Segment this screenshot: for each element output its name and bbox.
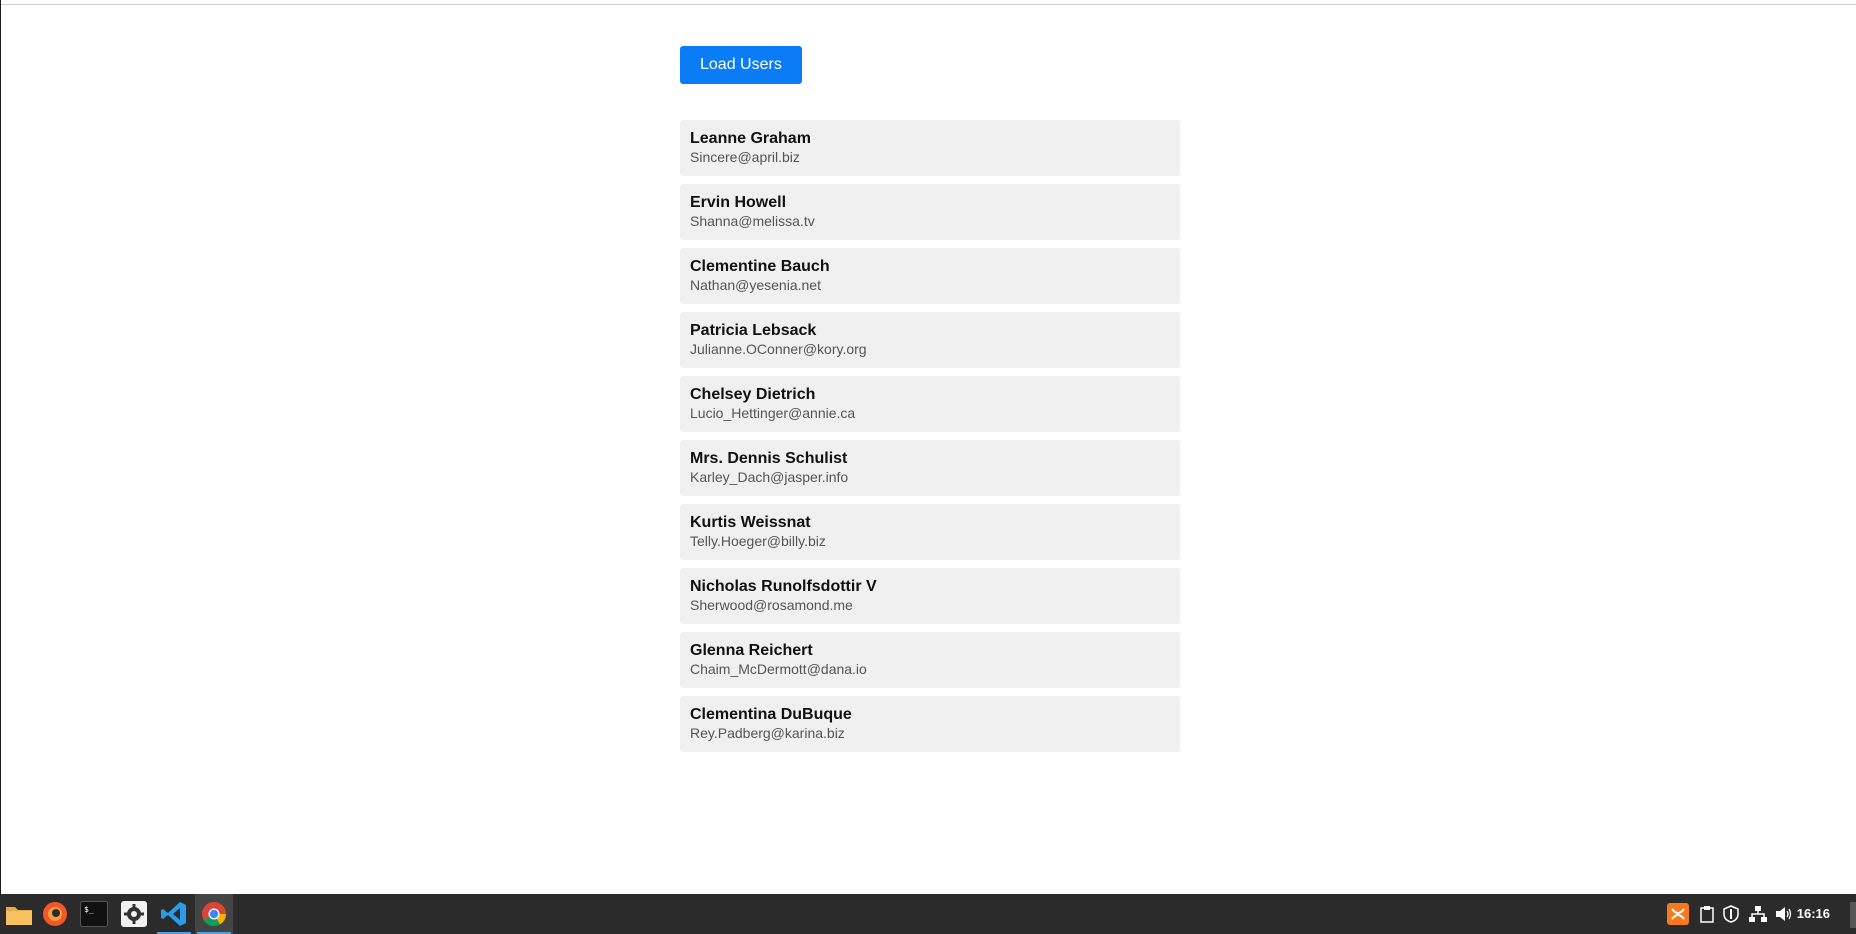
user-email: Lucio_Hettinger@annie.ca bbox=[690, 405, 856, 421]
user-name: Glenna Reichert bbox=[690, 642, 813, 659]
volume-icon[interactable] bbox=[1773, 894, 1795, 934]
network-icon[interactable] bbox=[1747, 894, 1769, 934]
user-email: Nathan@yesenia.net bbox=[690, 277, 821, 293]
user-email: Shanna@melissa.tv bbox=[690, 213, 815, 229]
user-card: Clementine Bauch Nathan@yesenia.net bbox=[680, 248, 1180, 304]
load-users-button[interactable]: Load Users bbox=[680, 46, 802, 84]
terminal-icon[interactable]: $_ bbox=[75, 894, 113, 934]
user-name: Clementina DuBuque bbox=[690, 706, 852, 723]
shield-icon[interactable] bbox=[1721, 894, 1741, 934]
user-name: Ervin Howell bbox=[690, 194, 787, 211]
firefox-icon[interactable] bbox=[36, 894, 74, 934]
user-name: Leanne Graham bbox=[690, 130, 811, 147]
user-name: Mrs. Dennis Schulist bbox=[690, 450, 848, 467]
user-card: Mrs. Dennis Schulist Karley_Dach@jasper.… bbox=[680, 440, 1180, 496]
user-email: Rey.Padberg@karina.biz bbox=[690, 725, 845, 741]
user-card: Kurtis Weissnat Telly.Hoeger@billy.biz bbox=[680, 504, 1180, 560]
taskbar: $_ 16:16 bbox=[0, 894, 1856, 934]
user-list: Leanne Graham Sincere@april.biz Ervin Ho… bbox=[680, 120, 1180, 752]
chrome-icon[interactable] bbox=[195, 894, 233, 934]
user-name: Clementine Bauch bbox=[690, 258, 830, 275]
clipboard-icon[interactable] bbox=[1697, 894, 1717, 934]
settings-icon[interactable] bbox=[115, 894, 153, 934]
user-card: Clementina DuBuque Rey.Padberg@karina.bi… bbox=[680, 696, 1180, 752]
file-manager-icon[interactable] bbox=[0, 894, 38, 934]
show-desktop-button[interactable] bbox=[1850, 902, 1856, 928]
user-card: Ervin Howell Shanna@melissa.tv bbox=[680, 184, 1180, 240]
user-card: Nicholas Runolfsdottir V Sherwood@rosamo… bbox=[680, 568, 1180, 624]
user-card: Patricia Lebsack Julianne.OConner@kory.o… bbox=[680, 312, 1180, 368]
user-card: Glenna Reichert Chaim_McDermott@dana.io bbox=[680, 632, 1180, 688]
browser-viewport: Load Users Leanne Graham Sincere@april.b… bbox=[0, 0, 1856, 894]
user-card: Leanne Graham Sincere@april.biz bbox=[680, 120, 1180, 176]
user-name: Patricia Lebsack bbox=[690, 322, 817, 339]
user-card: Chelsey Dietrich Lucio_Hettinger@annie.c… bbox=[680, 376, 1180, 432]
svg-text:$_: $_ bbox=[84, 905, 94, 914]
user-email: Chaim_McDermott@dana.io bbox=[690, 661, 867, 677]
user-name: Kurtis Weissnat bbox=[690, 514, 811, 531]
vscode-icon[interactable] bbox=[155, 894, 193, 934]
user-email: Sherwood@rosamond.me bbox=[690, 597, 853, 613]
user-email: Julianne.OConner@kory.org bbox=[690, 341, 867, 357]
clock[interactable]: 16:16 bbox=[1797, 894, 1830, 934]
xampp-icon[interactable] bbox=[1666, 894, 1690, 934]
top-divider bbox=[1, 4, 1856, 5]
user-name: Nicholas Runolfsdottir V bbox=[690, 578, 877, 595]
user-email: Telly.Hoeger@billy.biz bbox=[690, 533, 826, 549]
user-name: Chelsey Dietrich bbox=[690, 386, 816, 403]
user-email: Sincere@april.biz bbox=[690, 149, 800, 165]
user-email: Karley_Dach@jasper.info bbox=[690, 469, 849, 485]
main-content: Load Users Leanne Graham Sincere@april.b… bbox=[680, 46, 1180, 760]
